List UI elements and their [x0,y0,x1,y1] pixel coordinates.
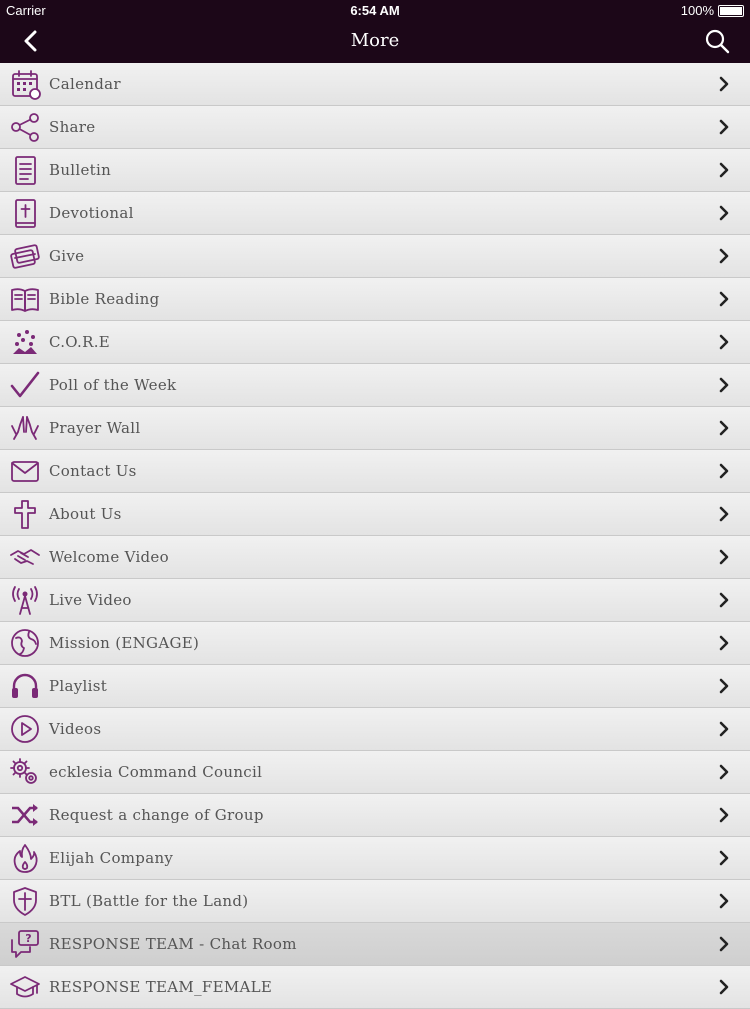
navigation-bar: More [0,20,750,63]
menu-item-bible-reading[interactable]: Bible Reading [0,278,750,321]
flame-icon [8,841,42,875]
menu-item-contact-us[interactable]: Contact Us [0,450,750,493]
page-title: More [350,30,400,51]
envelope-icon [8,454,42,488]
menu-item-request-a-change-of-group[interactable]: Request a change of Group [0,794,750,837]
cross-icon [8,497,42,531]
checkmark-icon [8,368,42,402]
menu-item-prayer-wall[interactable]: Prayer Wall [0,407,750,450]
menu-item-label: Contact Us [49,462,137,480]
menu-item-poll-of-the-week[interactable]: Poll of the Week [0,364,750,407]
menu-item-btl-battle-for-the-land[interactable]: BTL (Battle for the Land) [0,880,750,923]
shield-icon [8,884,42,918]
chevron-right-icon [718,205,732,221]
chevron-right-icon [718,76,732,92]
shuffle-icon [8,798,42,832]
chevron-right-icon [718,893,732,909]
battery-indicator: 100% [681,3,744,18]
chevron-right-icon [718,248,732,264]
headphones-icon [8,669,42,703]
clock: 6:54 AM [350,3,400,18]
menu-item-response-team-female[interactable]: RESPONSE TEAM_FEMALE [0,966,750,1009]
menu-item-videos[interactable]: Videos [0,708,750,751]
status-bar: Carrier 6:54 AM 100% [0,0,750,20]
cards-icon [8,239,42,273]
bible-icon [8,196,42,230]
chevron-right-icon [718,291,732,307]
chevron-right-icon [718,678,732,694]
menu-item-label: RESPONSE TEAM_FEMALE [49,978,273,996]
menu-item-devotional[interactable]: Devotional [0,192,750,235]
menu-item-elijah-company[interactable]: Elijah Company [0,837,750,880]
chevron-right-icon [718,592,732,608]
globe-icon [8,626,42,660]
chevron-right-icon [718,377,732,393]
menu-item-label: Playlist [49,677,108,695]
more-menu-list: Calendar Share Bulletin Devotional Give Bible… [0,63,750,1009]
menu-item-label: Live Video [49,591,132,609]
search-icon [705,29,730,54]
menu-item-ecklesia-command-council[interactable]: ecklesia Command Council [0,751,750,794]
chevron-right-icon [718,162,732,178]
chat-icon: ? [8,927,42,961]
menu-item-playlist[interactable]: Playlist [0,665,750,708]
menu-item-label: Calendar [49,75,121,93]
menu-item-label: BTL (Battle for the Land) [49,892,249,910]
menu-item-bulletin[interactable]: Bulletin [0,149,750,192]
menu-item-c-o-r-e[interactable]: C.O.R.E [0,321,750,364]
menu-item-label: C.O.R.E [49,333,111,351]
broadcast-tower-icon [8,583,42,617]
menu-item-response-team-chat-room[interactable]: ? RESPONSE TEAM - Chat Room [0,923,750,966]
chevron-right-icon [718,549,732,565]
core-icon [8,325,42,359]
chevron-right-icon [718,506,732,522]
battery-icon [718,4,744,17]
graduation-cap-icon [8,970,42,1004]
chevron-right-icon [718,334,732,350]
menu-item-label: About Us [49,505,122,523]
chevron-right-icon [718,463,732,479]
menu-item-label: Elijah Company [49,849,174,867]
menu-item-live-video[interactable]: Live Video [0,579,750,622]
menu-item-mission-engage[interactable]: Mission (ENGAGE) [0,622,750,665]
play-circle-icon [8,712,42,746]
menu-item-welcome-video[interactable]: Welcome Video [0,536,750,579]
open-book-icon [8,282,42,316]
chevron-right-icon [718,850,732,866]
battery-percent: 100% [680,3,714,18]
document-icon [8,153,42,187]
chevron-right-icon [718,979,732,995]
menu-item-share[interactable]: Share [0,106,750,149]
search-button[interactable] [704,28,730,54]
menu-item-label: ecklesia Command Council [49,763,263,781]
chevron-right-icon [718,721,732,737]
menu-item-label: Devotional [49,204,134,222]
svg-text:?: ? [25,932,31,945]
gears-icon [8,755,42,789]
chevron-right-icon [718,119,732,135]
menu-item-label: Bible Reading [49,290,160,308]
calendar-icon [8,67,42,101]
menu-item-about-us[interactable]: About Us [0,493,750,536]
menu-item-label: Give [49,247,85,265]
menu-item-label: Mission (ENGAGE) [49,634,200,652]
praying-hands-icon [8,411,42,445]
chevron-right-icon [718,807,732,823]
menu-item-label: RESPONSE TEAM - Chat Room [49,935,297,953]
chevron-right-icon [718,936,732,952]
chevron-right-icon [718,420,732,436]
menu-item-calendar[interactable]: Calendar [0,63,750,106]
menu-item-label: Videos [49,720,102,738]
menu-item-label: Share [49,118,96,136]
menu-item-label: Welcome Video [49,548,169,566]
chevron-right-icon [718,764,732,780]
menu-item-label: Prayer Wall [49,419,141,437]
menu-item-give[interactable]: Give [0,235,750,278]
menu-item-label: Poll of the Week [49,376,177,394]
menu-item-label: Request a change of Group [49,806,264,824]
share-icon [8,110,42,144]
menu-item-label: Bulletin [49,161,112,179]
chevron-right-icon [718,635,732,651]
handshake-icon [8,540,42,574]
